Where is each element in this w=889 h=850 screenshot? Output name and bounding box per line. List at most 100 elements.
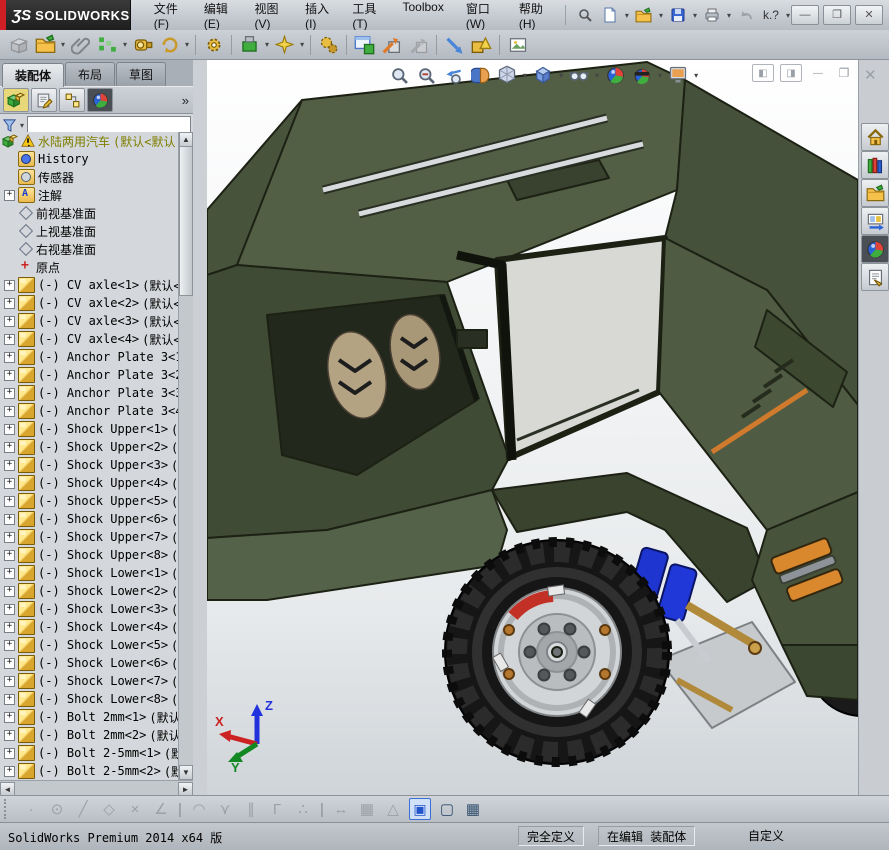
insert-components-caret-icon[interactable]: ▾: [61, 40, 65, 49]
tree-item[interactable]: + (-) CV axle<4> (默认<<默: [0, 330, 179, 348]
tree-item[interactable]: + (-) Shock Upper<2> (默认: [0, 438, 179, 456]
expand-plus-icon[interactable]: +: [4, 495, 15, 507]
filter-caret-icon[interactable]: ▾: [20, 121, 24, 130]
polygon-icon[interactable]: ◇: [99, 802, 119, 817]
tree-item[interactable]: + 原点: [0, 258, 179, 276]
tree-item[interactable]: + (-) Shock Upper<3> (默认: [0, 456, 179, 474]
scroll-down-arrow[interactable]: ▼: [179, 765, 193, 780]
shaded-view-icon[interactable]: ▣: [409, 798, 431, 820]
new-document-icon[interactable]: [599, 5, 621, 25]
exploded-view-icon[interactable]: [379, 32, 404, 57]
expand-plus-icon[interactable]: +: [4, 387, 15, 399]
help-icon[interactable]: k.?: [760, 5, 782, 25]
view-orientation-caret-icon[interactable]: ▾: [523, 71, 527, 80]
expand-plus-icon[interactable]: +: [4, 423, 15, 435]
pattern-caret-icon[interactable]: ▾: [123, 40, 127, 49]
tree-item[interactable]: + (-) Bolt 2-5mm<1> (默认: [0, 744, 179, 762]
smart-dimension-icon[interactable]: ↔: [331, 802, 351, 817]
tree-item[interactable]: + (-) Shock Lower<7> (默认: [0, 672, 179, 690]
view-settings-icon[interactable]: [666, 63, 690, 87]
tree-item[interactable]: + (-) Shock Lower<5> (默认: [0, 636, 179, 654]
tree-item[interactable]: + (-) Shock Upper<5> (默认: [0, 492, 179, 510]
line-icon[interactable]: ╱: [73, 802, 93, 817]
circle-icon[interactable]: ⊙: [47, 802, 67, 817]
zoom-to-fit-icon[interactable]: [387, 63, 411, 87]
tree-item[interactable]: + (-) Shock Upper<6> (默认: [0, 510, 179, 528]
tree-item[interactable]: + (-) Shock Lower<3> (默认: [0, 600, 179, 618]
expand-plus-icon[interactable]: +: [4, 441, 15, 453]
expand-plus-icon[interactable]: +: [4, 549, 15, 561]
expand-plus-icon[interactable]: +: [4, 333, 15, 345]
linear-sketch-pattern-icon[interactable]: ∴: [293, 802, 313, 817]
edit-appearance-icon[interactable]: [603, 63, 627, 87]
home-icon[interactable]: [861, 123, 889, 151]
pane-left-icon[interactable]: ◧: [752, 64, 774, 82]
expand-plus-icon[interactable]: +: [4, 351, 15, 363]
minimize-button[interactable]: —: [791, 5, 819, 25]
tree-item[interactable]: + 注解: [0, 186, 179, 204]
save-icon[interactable]: [667, 5, 689, 25]
search-icon[interactable]: [574, 5, 596, 25]
tree-item[interactable]: + (-) Shock Upper<4> (默认: [0, 474, 179, 492]
linear-component-pattern-icon[interactable]: [95, 32, 120, 57]
assembly-visualization-icon[interactable]: [352, 32, 377, 57]
refgeo-caret-icon[interactable]: ▾: [265, 40, 269, 49]
expand-plus-icon[interactable]: +: [4, 477, 15, 489]
sketch-point-icon[interactable]: ·: [21, 802, 41, 817]
expand-plus-icon[interactable]: +: [4, 567, 15, 579]
expand-plus-icon[interactable]: +: [4, 693, 15, 705]
expand-plus-icon[interactable]: +: [4, 711, 15, 723]
trim-entities-icon[interactable]: ×: [125, 802, 145, 817]
print-icon[interactable]: [701, 5, 723, 25]
tree-item[interactable]: + 传感器: [0, 168, 179, 186]
separator[interactable]: |: [177, 802, 183, 817]
mate-icon[interactable]: [68, 32, 93, 57]
view-palette-icon[interactable]: [861, 207, 889, 235]
explode-line-sketch-icon[interactable]: [406, 32, 431, 57]
grid-icon[interactable]: ▦: [357, 802, 377, 817]
expand-plus-icon[interactable]: +: [4, 315, 15, 327]
zoom-to-area-icon[interactable]: [414, 63, 438, 87]
doc-minimize-icon[interactable]: —: [808, 65, 828, 81]
offset-entities-icon[interactable]: ∥: [241, 802, 261, 817]
smart-fasteners-icon[interactable]: [130, 32, 155, 57]
tree-item[interactable]: + (-) CV axle<1> (默认<<默: [0, 276, 179, 294]
expand-plus-icon[interactable]: +: [4, 531, 15, 543]
separator[interactable]: |: [319, 802, 325, 817]
expand-plus-icon[interactable]: +: [4, 621, 15, 633]
panel-more-button[interactable]: »: [182, 93, 189, 108]
expand-plus-icon[interactable]: +: [4, 405, 15, 417]
expand-plus-icon[interactable]: +: [4, 279, 15, 291]
table-icon[interactable]: ▦: [463, 802, 483, 817]
tree-item[interactable]: + (-) Anchor Plate 3<1> (: [0, 348, 179, 366]
tree-item[interactable]: + (-) Shock Upper<8> (默认: [0, 546, 179, 564]
tree-root-item[interactable]: 水陆两用汽车 (默认<默认: [0, 132, 179, 150]
reference-geometry-icon[interactable]: [237, 32, 262, 57]
scroll-right-arrow[interactable]: ►: [178, 782, 193, 796]
tree-item[interactable]: + (-) CV axle<2> (默认<<默: [0, 294, 179, 312]
expand-plus-icon[interactable]: +: [4, 639, 15, 651]
expand-plus-icon[interactable]: +: [4, 675, 15, 687]
filter-funnel-icon[interactable]: [2, 118, 17, 133]
save-caret-icon[interactable]: ▾: [693, 11, 697, 20]
tab[interactable]: 草图: [116, 62, 167, 86]
maximize-button[interactable]: ❐: [823, 5, 851, 25]
expand-plus-icon[interactable]: +: [4, 369, 15, 381]
tree-item[interactable]: + (-) Shock Lower<1> (默认: [0, 564, 179, 582]
appearances-icon[interactable]: [861, 235, 889, 263]
tree-item[interactable]: + History: [0, 150, 179, 168]
expand-plus-icon[interactable]: +: [4, 297, 15, 309]
insert-part-icon[interactable]: [6, 32, 31, 57]
featuremanager-tree-icon[interactable]: [3, 88, 29, 112]
previous-view-icon[interactable]: [441, 63, 465, 87]
tree-item[interactable]: + (-) CV axle<3> (默认<<默: [0, 312, 179, 330]
property-manager-icon[interactable]: [31, 88, 57, 112]
tree-item[interactable]: + (-) Anchor Plate 3<3> (: [0, 384, 179, 402]
hide-show-caret-icon[interactable]: ▾: [595, 71, 599, 80]
expand-plus-icon[interactable]: +: [4, 513, 15, 525]
expand-plus-icon[interactable]: +: [4, 189, 15, 201]
scroll-up-arrow[interactable]: ▲: [179, 132, 193, 147]
pane-right-icon[interactable]: ◨: [780, 64, 802, 82]
view-orientation-icon[interactable]: [495, 63, 519, 87]
undo-icon[interactable]: [735, 5, 757, 25]
